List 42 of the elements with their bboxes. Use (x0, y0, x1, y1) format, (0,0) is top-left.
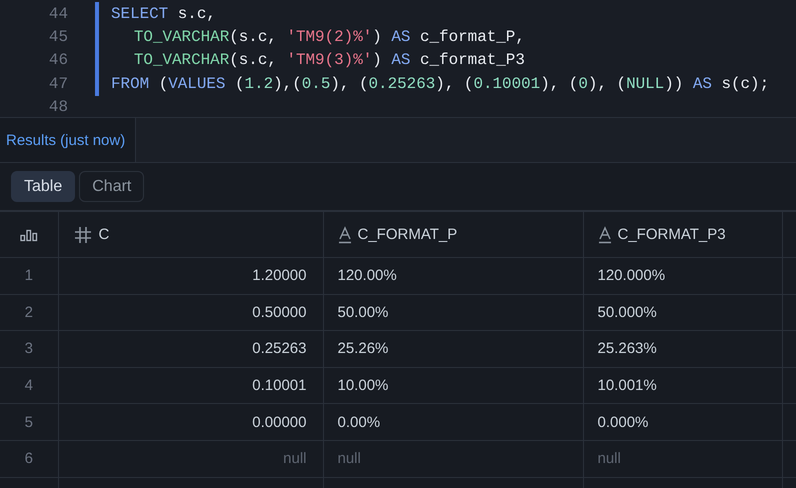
table-cell: 120.000% (583, 258, 782, 294)
code-line: SELECT s.c, (111, 4, 216, 23)
table-cell: 25.263% (583, 330, 782, 368)
table-cell: 10.001% (583, 367, 782, 404)
row-number: 1 (0, 258, 58, 294)
line-number: 47 (48, 74, 68, 93)
table-cell: 25.26% (323, 330, 583, 368)
line-number: 46 (48, 51, 68, 70)
table-cell: 0.00% (323, 404, 583, 440)
column-stats-icon[interactable] (18, 228, 39, 242)
line-number: 45 (48, 28, 68, 46)
text-type-icon (598, 226, 612, 244)
table-cell: 1.20000 (58, 258, 323, 294)
table-cell: 0.000% (583, 404, 782, 440)
row-number: 5 (0, 404, 58, 440)
table-cell: 120.00% (323, 258, 583, 294)
table-cell: 10.00% (323, 367, 583, 404)
table-cell: 0.00000 (58, 404, 323, 440)
table-cell: 0.10001 (58, 367, 323, 404)
code-line: TO_VARCHAR(s.c, 'TM9(3)%') AS c_format_P3 (132, 51, 525, 70)
table-cell: null (58, 440, 323, 478)
row-number: 6 (0, 440, 58, 478)
code-line: TO_VARCHAR(s.c, 'TM9(2)%') AS c_format_P, (132, 28, 525, 46)
row-number: 3 (0, 330, 58, 368)
table-cell: 50.000% (583, 294, 782, 331)
row-number: 2 (0, 294, 58, 331)
code-line: FROM (VALUES (1.2),(0.5), (0.25263), (0.10001), (0), (NULL)) AS s(c); (111, 74, 770, 93)
table-cell: null (583, 440, 782, 478)
column-header[interactable]: C_FORMAT_P (358, 226, 458, 243)
table-cell: 50.00% (323, 294, 583, 331)
line-number: 44 (48, 4, 68, 23)
table-cell: null (323, 440, 583, 478)
column-header[interactable]: C (98, 226, 110, 243)
hash-icon (72, 224, 92, 244)
view-toggle-button[interactable]: Table (11, 171, 76, 202)
line-number: 48 (48, 98, 68, 116)
text-type-icon (338, 226, 352, 244)
table-cell: 0.50000 (58, 294, 323, 331)
table-cell: 0.25263 (58, 330, 323, 368)
view-toggle-button[interactable]: Chart (79, 171, 144, 202)
row-number: 4 (0, 367, 58, 404)
results-tab[interactable]: Results (just now) (0, 118, 136, 162)
